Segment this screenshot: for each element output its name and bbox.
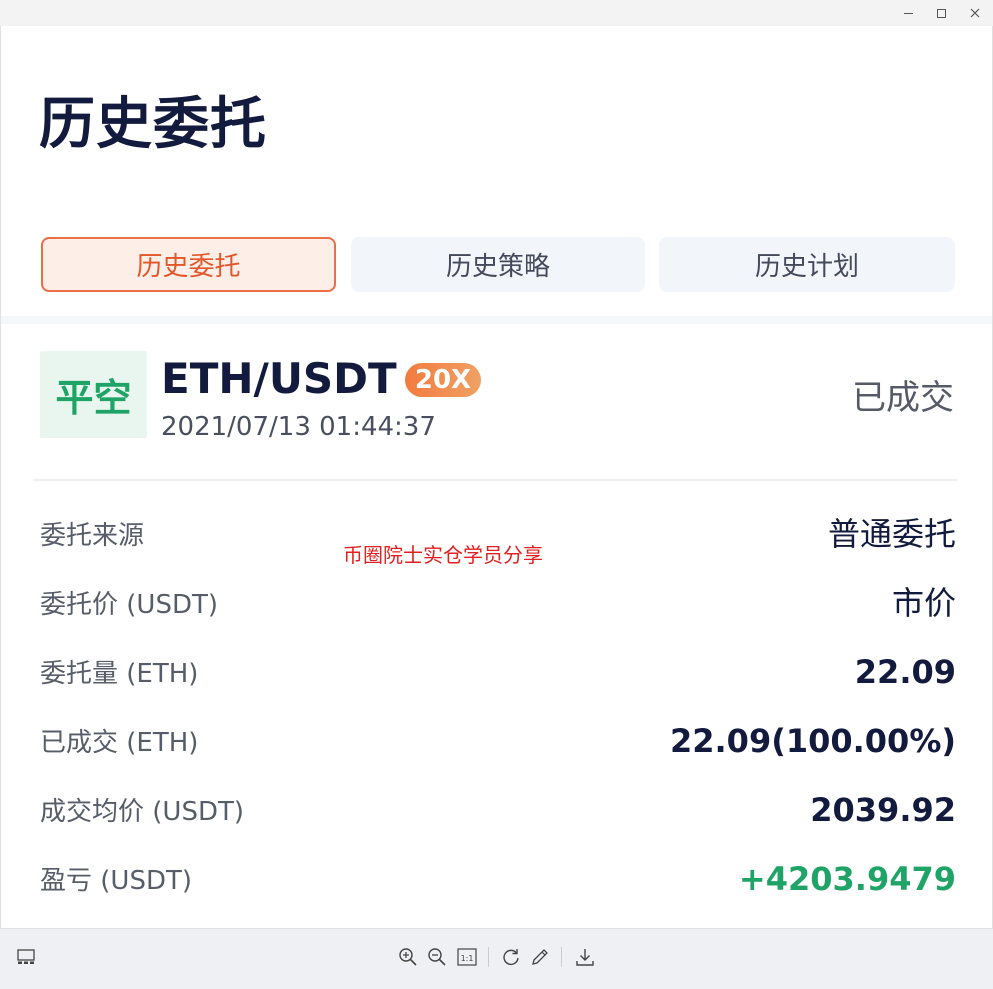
detail-value: 2039.92 — [810, 791, 956, 829]
order-status: 已成交 — [852, 378, 954, 418]
order-timestamp: 2021/07/13 01:44:37 — [161, 412, 436, 442]
window-titlebar — [0, 0, 993, 27]
detail-value: 普通委托 — [827, 515, 956, 553]
download-icon[interactable] — [573, 945, 597, 969]
zoom-out-icon[interactable] — [425, 945, 449, 969]
viewer-toolbar: 1:1 — [0, 928, 993, 989]
detail-label: 委托量 (ETH) — [40, 659, 199, 689]
detail-row-avg-price: 成交均价 (USDT) 2039.92 — [1, 782, 992, 842]
detail-value: 22.09 — [854, 653, 956, 691]
pnl-value: +4203.9479 — [738, 860, 956, 898]
detail-label: 已成交 (ETH) — [40, 728, 199, 758]
detail-label: 盈亏 (USDT) — [40, 866, 192, 896]
leverage-badge: 20X — [405, 363, 481, 397]
thumbnail-icon[interactable] — [14, 945, 38, 969]
detail-label: 委托价 (USDT) — [40, 590, 218, 620]
detail-value: 22.09(100.00%) — [669, 722, 956, 760]
section-divider — [1, 316, 992, 324]
tab-history-plans[interactable]: 历史计划 — [659, 237, 955, 292]
row-divider — [33, 479, 958, 481]
actual-size-icon[interactable]: 1:1 — [455, 945, 479, 969]
minimize-icon[interactable] — [893, 3, 923, 23]
order-action-badge: 平空 — [40, 351, 147, 438]
detail-row-price: 委托价 (USDT) 市价 — [1, 575, 992, 635]
detail-row-pnl: 盈亏 (USDT) +4203.9479 — [1, 851, 992, 911]
trading-pair: ETH/USDT — [161, 354, 397, 403]
svg-text:1:1: 1:1 — [461, 954, 474, 963]
page-title: 历史委托 — [39, 92, 267, 157]
maximize-icon[interactable] — [926, 3, 956, 23]
zoom-in-icon[interactable] — [396, 945, 420, 969]
toolbar-separator — [561, 947, 562, 967]
detail-label: 委托来源 — [40, 521, 145, 551]
detail-row-amount: 委托量 (ETH) 22.09 — [1, 644, 992, 704]
detail-row-filled: 已成交 (ETH) 22.09(100.00%) — [1, 713, 992, 773]
rotate-icon[interactable] — [499, 945, 523, 969]
edit-icon[interactable] — [528, 945, 552, 969]
watermark-text: 币圈院士实仓学员分享 — [343, 543, 543, 567]
close-icon[interactable] — [960, 3, 990, 23]
image-viewer: 历史委托 历史委托 历史策略 历史计划 平空 ETH/USDT 20X 2021… — [0, 26, 993, 928]
tab-history-strategies[interactable]: 历史策略 — [351, 237, 645, 292]
tab-bar: 历史委托 历史策略 历史计划 — [39, 237, 959, 297]
detail-label: 成交均价 (USDT) — [40, 797, 244, 827]
detail-value: 市价 — [891, 584, 956, 622]
toolbar-separator — [488, 947, 489, 967]
tab-history-orders[interactable]: 历史委托 — [41, 237, 336, 292]
